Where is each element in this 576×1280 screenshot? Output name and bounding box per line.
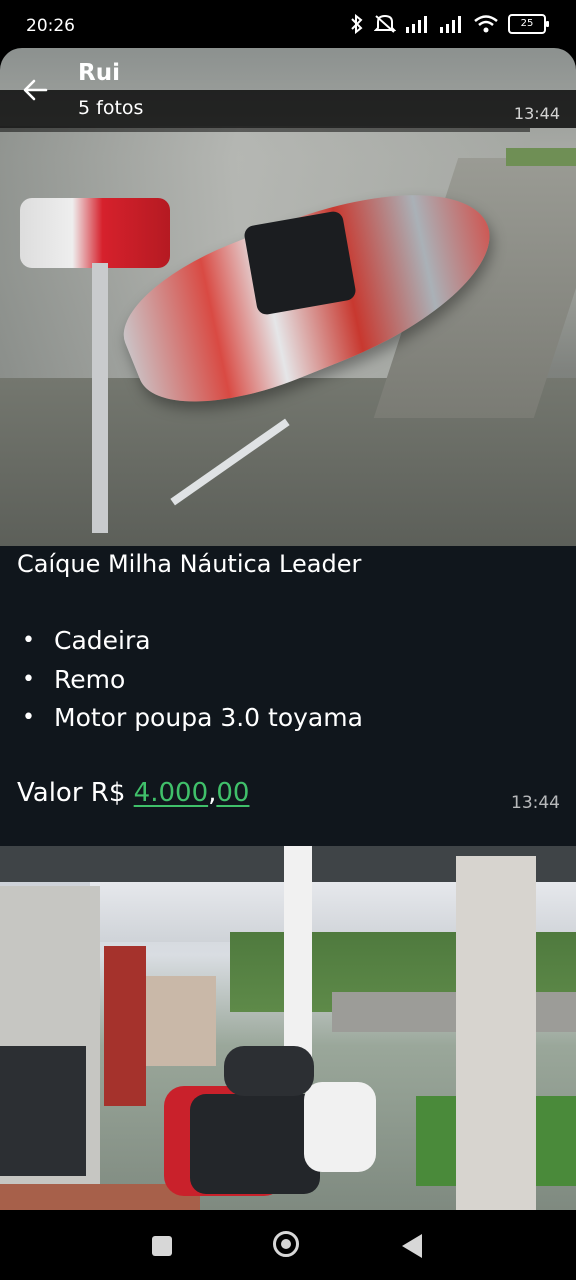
back-arrow-icon[interactable] xyxy=(22,76,50,104)
photo-column xyxy=(456,856,536,1210)
price-int-link[interactable]: 4.000 xyxy=(134,778,208,808)
battery-icon: 25 xyxy=(508,14,549,34)
home-icon[interactable] xyxy=(273,1231,299,1257)
price-dec-link[interactable]: 00 xyxy=(216,778,249,808)
signal-icon xyxy=(406,16,427,33)
motor-shaft xyxy=(92,263,108,533)
photo-chair xyxy=(0,1046,86,1176)
photo-count: 5 fotos xyxy=(78,97,144,119)
motor-photo[interactable] xyxy=(0,846,576,1210)
status-time: 20:26 xyxy=(26,16,75,36)
message-title: Caíque Milha Náutica Leader xyxy=(17,550,362,578)
battery-level: 25 xyxy=(520,18,534,29)
back-icon[interactable] xyxy=(402,1234,422,1258)
status-bar: 20:26 25 xyxy=(0,0,576,52)
kayak-seat xyxy=(242,210,358,316)
photo-grass xyxy=(506,148,576,166)
mute-icon xyxy=(374,14,396,33)
engine-top xyxy=(224,1046,314,1096)
navigation-bar xyxy=(0,1210,576,1280)
list-item: Cadeira xyxy=(22,622,363,661)
photo-time: 13:44 xyxy=(513,104,560,123)
outboard-motor xyxy=(20,198,170,268)
engine-fuel-tank xyxy=(304,1082,376,1172)
photo-curtain xyxy=(104,946,146,1106)
engine-black-cover xyxy=(190,1094,320,1194)
message-list: Cadeira Remo Motor poupa 3.0 toyama xyxy=(22,622,363,738)
list-item: Motor poupa 3.0 toyama xyxy=(22,699,363,738)
kayak-photo[interactable]: 13:44 xyxy=(0,48,576,546)
signal-icon xyxy=(440,16,461,33)
contact-name[interactable]: Rui xyxy=(78,60,120,86)
outboard-engine xyxy=(164,1046,384,1206)
bluetooth-icon xyxy=(351,14,363,34)
header-overlay-edge xyxy=(0,128,530,132)
message-time: 13:44 xyxy=(511,793,560,813)
photo-neighbor-roof xyxy=(332,992,576,1032)
status-icons: 25 xyxy=(350,14,549,34)
price-label: Valor R$ xyxy=(17,778,134,808)
price-line: Valor R$ 4.000,00 xyxy=(17,778,249,808)
wifi-icon xyxy=(474,15,498,33)
recent-apps-icon[interactable] xyxy=(152,1236,172,1256)
photo-pillar xyxy=(284,846,312,1066)
list-item: Remo xyxy=(22,661,363,700)
